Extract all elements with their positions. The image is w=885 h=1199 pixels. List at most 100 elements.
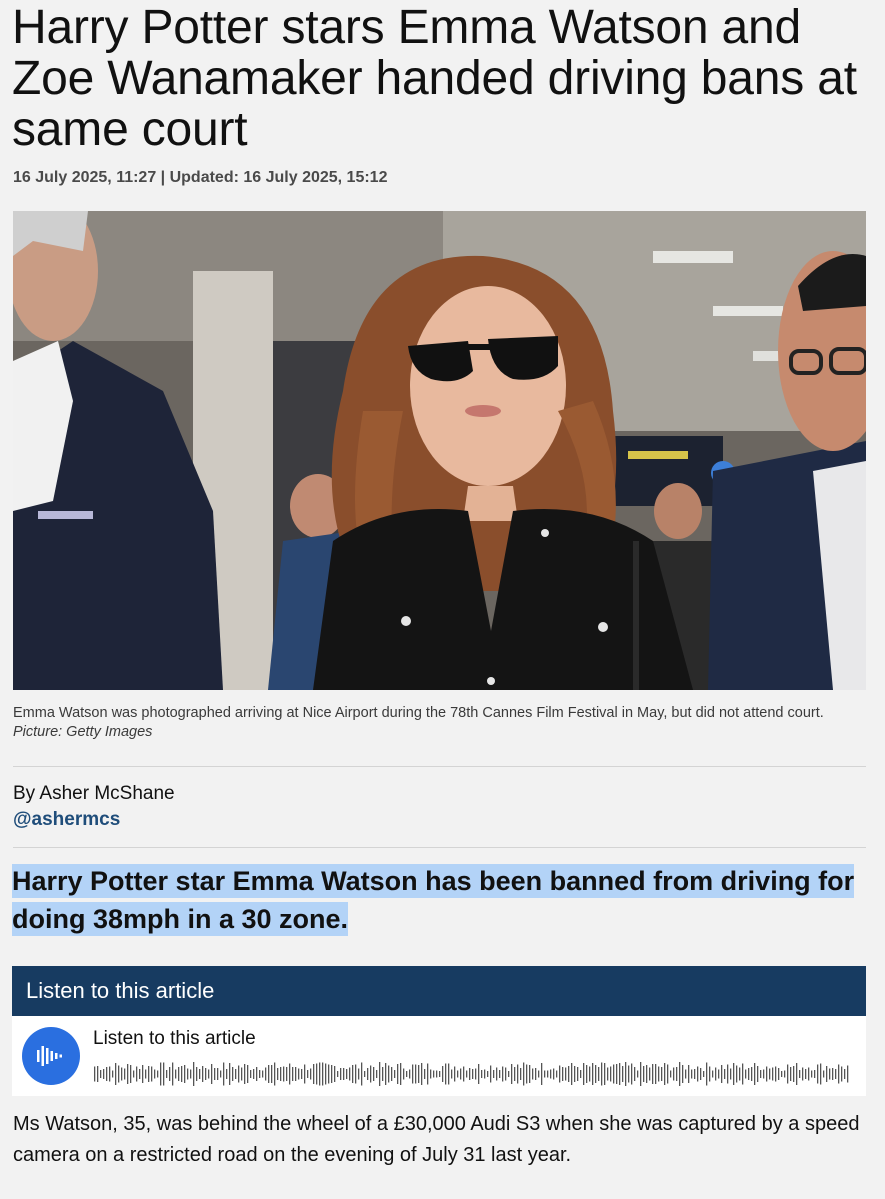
waveform-bar bbox=[667, 1064, 669, 1084]
waveform-bar bbox=[298, 1068, 300, 1080]
waveform-bar bbox=[289, 1063, 291, 1085]
waveform-bar bbox=[409, 1069, 411, 1079]
article-headline: Harry Potter stars Emma Watson and Zoe W… bbox=[12, 1, 857, 156]
waveform-bar bbox=[544, 1070, 546, 1078]
audio-waveform[interactable] bbox=[92, 1060, 852, 1088]
waveform-bar bbox=[487, 1071, 489, 1077]
article-lede: Harry Potter star Emma Watson has been b… bbox=[12, 862, 872, 938]
waveform-bar bbox=[403, 1068, 405, 1080]
waveform-bar bbox=[625, 1062, 627, 1086]
waveform-bar bbox=[397, 1064, 399, 1084]
waveform-bar bbox=[790, 1067, 792, 1081]
waveform-bar bbox=[829, 1068, 831, 1080]
waveform-bar bbox=[547, 1070, 549, 1078]
waveform-bar bbox=[250, 1070, 252, 1078]
waveform-bar bbox=[658, 1066, 660, 1082]
waveform-bar bbox=[571, 1063, 573, 1085]
waveform-bar bbox=[469, 1068, 471, 1080]
waveform-bar bbox=[142, 1065, 144, 1083]
waveform-bar bbox=[172, 1062, 174, 1086]
waveform-bar bbox=[778, 1068, 780, 1080]
author-handle-link[interactable]: @ashermcs bbox=[13, 809, 120, 831]
waveform-bar bbox=[112, 1070, 114, 1078]
waveform-bar bbox=[646, 1065, 648, 1083]
waveform-bar bbox=[586, 1065, 588, 1083]
waveform-bar bbox=[109, 1066, 111, 1082]
waveform-bar bbox=[118, 1065, 120, 1083]
waveform-bar bbox=[139, 1069, 141, 1079]
waveform-bar bbox=[553, 1068, 555, 1080]
waveform-bar bbox=[601, 1062, 603, 1086]
waveform-bar bbox=[826, 1066, 828, 1082]
waveform-bar bbox=[697, 1066, 699, 1082]
waveform-bar bbox=[376, 1070, 378, 1078]
waveform-bar bbox=[688, 1065, 690, 1083]
waveform-bar bbox=[568, 1066, 570, 1082]
waveform-bar bbox=[652, 1064, 654, 1084]
waveform-bar bbox=[448, 1063, 450, 1085]
waveform-bar bbox=[364, 1071, 366, 1077]
waveform-bar bbox=[700, 1068, 702, 1080]
waveform-bar bbox=[100, 1070, 102, 1078]
hero-image[interactable] bbox=[13, 211, 866, 690]
waveform-bar bbox=[229, 1063, 231, 1085]
waveform-bar bbox=[145, 1069, 147, 1079]
waveform-bar bbox=[340, 1068, 342, 1080]
waveform-bar bbox=[610, 1066, 612, 1082]
waveform-bar bbox=[262, 1070, 264, 1078]
waveform-bar bbox=[352, 1065, 354, 1083]
waveform-bar bbox=[511, 1064, 513, 1084]
waveform-bar bbox=[184, 1065, 186, 1083]
waveform-bar bbox=[355, 1064, 357, 1084]
waveform-bar bbox=[457, 1070, 459, 1078]
waveform-bar bbox=[604, 1063, 606, 1085]
waveform-bar bbox=[766, 1066, 768, 1082]
waveform-bar bbox=[133, 1070, 135, 1078]
waveform-bar bbox=[661, 1067, 663, 1081]
waveform-bar bbox=[244, 1064, 246, 1084]
waveform-bar bbox=[706, 1062, 708, 1086]
waveform-bar bbox=[724, 1069, 726, 1079]
waveform-bar bbox=[640, 1062, 642, 1086]
waveform-bar bbox=[484, 1069, 486, 1079]
waveform-bar bbox=[322, 1062, 324, 1086]
waveform-bar bbox=[235, 1069, 237, 1079]
waveform-bar bbox=[649, 1067, 651, 1081]
waveform-bar bbox=[391, 1067, 393, 1081]
waveform-bar bbox=[772, 1067, 774, 1081]
waveform-bar bbox=[637, 1070, 639, 1078]
waveform-bar bbox=[427, 1063, 429, 1085]
waveform-bar bbox=[577, 1067, 579, 1081]
play-button[interactable] bbox=[22, 1027, 80, 1085]
waveform-bar bbox=[763, 1069, 765, 1079]
divider bbox=[13, 847, 866, 848]
waveform-bar bbox=[832, 1068, 834, 1080]
waveform-bar bbox=[475, 1068, 477, 1080]
caption-credit: Picture: Getty Images bbox=[13, 724, 153, 740]
waveform-bar bbox=[775, 1066, 777, 1082]
waveform-bar bbox=[670, 1070, 672, 1078]
waveform-bar bbox=[313, 1064, 315, 1084]
waveform-bar bbox=[226, 1069, 228, 1079]
waveform-bar bbox=[454, 1066, 456, 1082]
waveform-bar bbox=[292, 1067, 294, 1081]
waveform-bar bbox=[325, 1063, 327, 1085]
waveform-bar bbox=[361, 1062, 363, 1086]
waveform-bar bbox=[754, 1063, 756, 1085]
waveform-bar bbox=[304, 1064, 306, 1084]
waveform-bar bbox=[493, 1070, 495, 1078]
waveform-bar bbox=[214, 1068, 216, 1080]
waveform-bar bbox=[421, 1063, 423, 1085]
waveform-bar bbox=[220, 1070, 222, 1078]
waveform-bar bbox=[592, 1063, 594, 1085]
waveform-bar bbox=[631, 1063, 633, 1085]
waveform-bar bbox=[337, 1071, 339, 1077]
lede-highlighted-text: Harry Potter star Emma Watson has been b… bbox=[12, 864, 855, 936]
waveform-bar bbox=[739, 1067, 741, 1081]
waveform-bar bbox=[514, 1067, 516, 1081]
waveform-bar bbox=[259, 1070, 261, 1078]
waveform-bar bbox=[496, 1067, 498, 1081]
waveform-bar bbox=[502, 1066, 504, 1082]
waveform-bar bbox=[94, 1066, 96, 1082]
waveform-bar bbox=[715, 1067, 717, 1081]
